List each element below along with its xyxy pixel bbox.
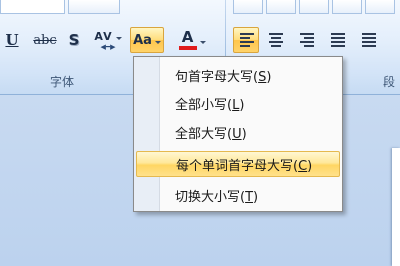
menu-item-label: 全部小写(L) — [175, 97, 245, 113]
menu-item-toggle-case[interactable]: 切换大小写(T) — [136, 182, 340, 208]
document-page[interactable] — [392, 148, 400, 266]
align-left-button[interactable] — [233, 27, 259, 53]
menu-item-label: 句首字母大写(S) — [175, 69, 272, 85]
font-color-swatch — [178, 46, 197, 50]
change-case-button[interactable]: Aa — [130, 27, 164, 53]
strikethrough-icon: abc — [33, 32, 57, 48]
character-spacing-button[interactable]: AV ◀━▶ — [90, 27, 126, 53]
label-text: 句首字母大写 — [175, 69, 254, 85]
spacing-arrows-icon: ◀━▶ — [100, 42, 116, 51]
label-text: 每个单词首字母大写 — [176, 158, 294, 174]
justify-button[interactable] — [325, 27, 351, 53]
font-size-box[interactable] — [68, 0, 120, 14]
change-case-menu: 句首字母大写(S) 全部小写(L) 全部大写(U) 每个单词首字母大写(C) 切… — [133, 56, 343, 212]
font-color-icon: A — [181, 28, 194, 46]
chevron-down-icon — [154, 40, 161, 44]
paragraph-group-label: 段 — [383, 75, 396, 89]
menu-item-label: 每个单词首字母大写(C) — [176, 158, 313, 174]
accelerator-key: C — [298, 158, 308, 174]
font-group-label: 字体 — [50, 75, 75, 89]
chevron-down-icon — [199, 40, 206, 44]
change-case-icon: Aa — [133, 32, 152, 48]
accelerator-key: S — [258, 69, 267, 85]
decrease-indent-button[interactable] — [332, 0, 362, 14]
menu-item-label: 全部大写(U) — [175, 126, 247, 142]
menu-item-label: 切换大小写(T) — [175, 189, 259, 205]
ribbon-top-strip — [0, 0, 400, 20]
numbering-button[interactable] — [266, 0, 296, 14]
accelerator-key: T — [245, 189, 254, 205]
label-text: 全部大写 — [175, 126, 228, 142]
label-text: 全部小写 — [175, 97, 228, 113]
align-right-button[interactable] — [294, 27, 320, 53]
multilevel-list-button[interactable] — [299, 0, 329, 14]
increase-indent-button[interactable] — [365, 0, 395, 14]
shadow-button[interactable]: S — [64, 27, 84, 53]
underline-icon: U — [5, 31, 19, 49]
menu-item-lowercase[interactable]: 全部小写(L) — [136, 90, 340, 116]
bullets-button[interactable] — [233, 0, 263, 14]
accelerator-key: U — [232, 126, 242, 142]
menu-item-uppercase[interactable]: 全部大写(U) — [136, 119, 340, 145]
shadow-icon: S — [68, 31, 80, 49]
align-center-button[interactable] — [263, 27, 289, 53]
font-color-button[interactable]: A — [172, 27, 212, 53]
underline-button[interactable]: U — [2, 27, 22, 53]
strikethrough-button[interactable]: abc — [30, 27, 60, 53]
chevron-down-icon — [115, 37, 122, 40]
label-text: 切换大小写 — [175, 189, 241, 205]
font-name-box[interactable] — [0, 0, 65, 14]
menu-item-capitalize-each-word[interactable]: 每个单词首字母大写(C) — [136, 151, 340, 177]
line-spacing-button[interactable] — [356, 27, 382, 53]
accelerator-key: L — [232, 97, 240, 113]
menu-item-sentence-case[interactable]: 句首字母大写(S) — [136, 62, 340, 88]
